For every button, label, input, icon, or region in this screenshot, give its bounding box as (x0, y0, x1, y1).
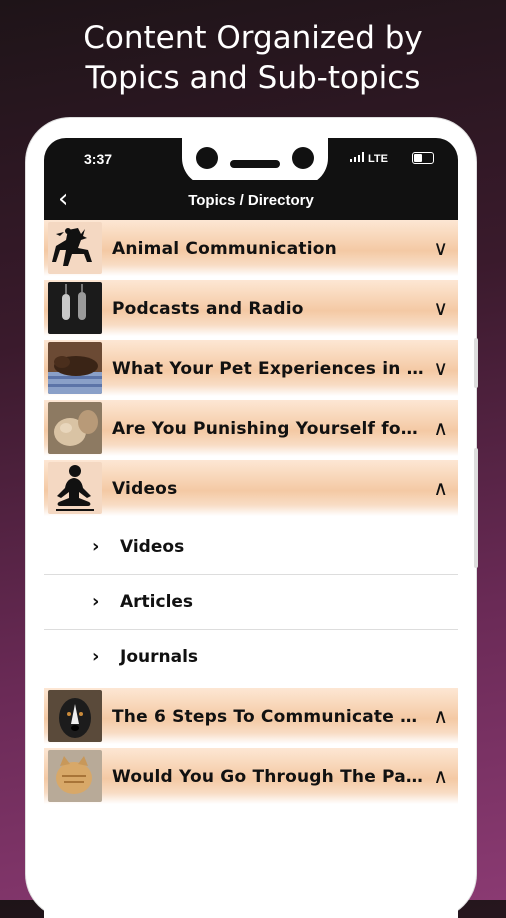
camera-icon (196, 147, 218, 169)
chevron-right-icon: › (92, 646, 100, 667)
subtopic-label: Videos (120, 537, 185, 557)
topic-row-animal-communication[interactable]: Animal Communication ∨ (44, 220, 458, 276)
headline-line-2: Topics and Sub-topics (85, 60, 421, 96)
paw-hand-photo-icon (48, 402, 102, 454)
topic-row-videos[interactable]: Videos ∧ (44, 460, 458, 516)
topic-list: Animal Communication ∨ Podcasts and Radi… (44, 220, 458, 808)
headline-line-1: Content Organized by (83, 20, 423, 56)
chevron-right-icon: › (92, 536, 100, 557)
status-time: 3:37 (84, 151, 113, 167)
topic-label: Podcasts and Radio (112, 299, 304, 319)
topic-row-six-steps[interactable]: The 6 Steps To Communicate Wit... ∧ (44, 688, 458, 744)
topic-label: Animal Communication (112, 239, 337, 259)
kitten-photo-icon (48, 750, 102, 802)
subtopic-row-articles[interactable]: › Articles (44, 575, 458, 630)
status-bar: 3:37 LTE (44, 138, 458, 186)
nav-bar: ‹ Topics / Directory (44, 180, 458, 220)
chevron-up-icon[interactable]: ∧ (433, 416, 448, 440)
sensor-icon (292, 147, 314, 169)
meditation-figure-icon (48, 462, 102, 514)
chevron-up-icon[interactable]: ∧ (433, 704, 448, 728)
network-type: LTE (368, 153, 388, 165)
chevron-up-icon[interactable]: ∧ (433, 764, 448, 788)
phone-side-button (474, 338, 478, 388)
speaker-grille (230, 160, 280, 168)
signal-bars-icon (350, 152, 365, 165)
dog-portrait-photo-icon (48, 690, 102, 742)
signal-indicator: LTE (350, 152, 388, 165)
sleeping-dog-photo-icon (48, 342, 102, 394)
promo-headline: Content Organized by Topics and Sub-topi… (0, 18, 506, 98)
app-screen: 3:37 LTE ‹ Topics / Directory Animal Com… (44, 138, 458, 918)
subtopic-row-videos[interactable]: › Videos (44, 520, 458, 575)
deer-animals-icon (48, 222, 102, 274)
battery-icon (412, 152, 434, 164)
chevron-right-icon: › (92, 591, 100, 612)
topic-label: What Your Pet Experiences in th... (112, 359, 424, 379)
chevron-down-icon[interactable]: ∨ (433, 236, 448, 260)
subtopic-label: Journals (120, 647, 199, 667)
topic-label: Would You Go Through The Pain... (112, 767, 424, 787)
topic-row-go-through-pain[interactable]: Would You Go Through The Pain... ∧ (44, 748, 458, 804)
topic-row-pet-experiences[interactable]: What Your Pet Experiences in th... ∨ (44, 340, 458, 396)
topic-label: The 6 Steps To Communicate Wit... (112, 707, 424, 727)
page-title: Topics / Directory (188, 192, 314, 209)
topic-label: Videos (112, 479, 178, 499)
subtopic-row-journals[interactable]: › Journals (44, 630, 458, 684)
subtopic-label: Articles (120, 592, 194, 612)
phone-frame: 3:37 LTE ‹ Topics / Directory Animal Com… (26, 118, 478, 918)
chevron-down-icon[interactable]: ∨ (433, 356, 448, 380)
topic-row-punishing-yourself[interactable]: Are You Punishing Yourself for Yo... ∧ (44, 400, 458, 456)
topic-row-podcasts-radio[interactable]: Podcasts and Radio ∨ (44, 280, 458, 336)
topic-label: Are You Punishing Yourself for Yo... (112, 419, 424, 439)
microphone-photo-icon (48, 282, 102, 334)
chevron-up-icon[interactable]: ∧ (433, 476, 448, 500)
camera-notch (182, 138, 328, 186)
phone-side-button (474, 448, 478, 568)
chevron-down-icon[interactable]: ∨ (433, 296, 448, 320)
